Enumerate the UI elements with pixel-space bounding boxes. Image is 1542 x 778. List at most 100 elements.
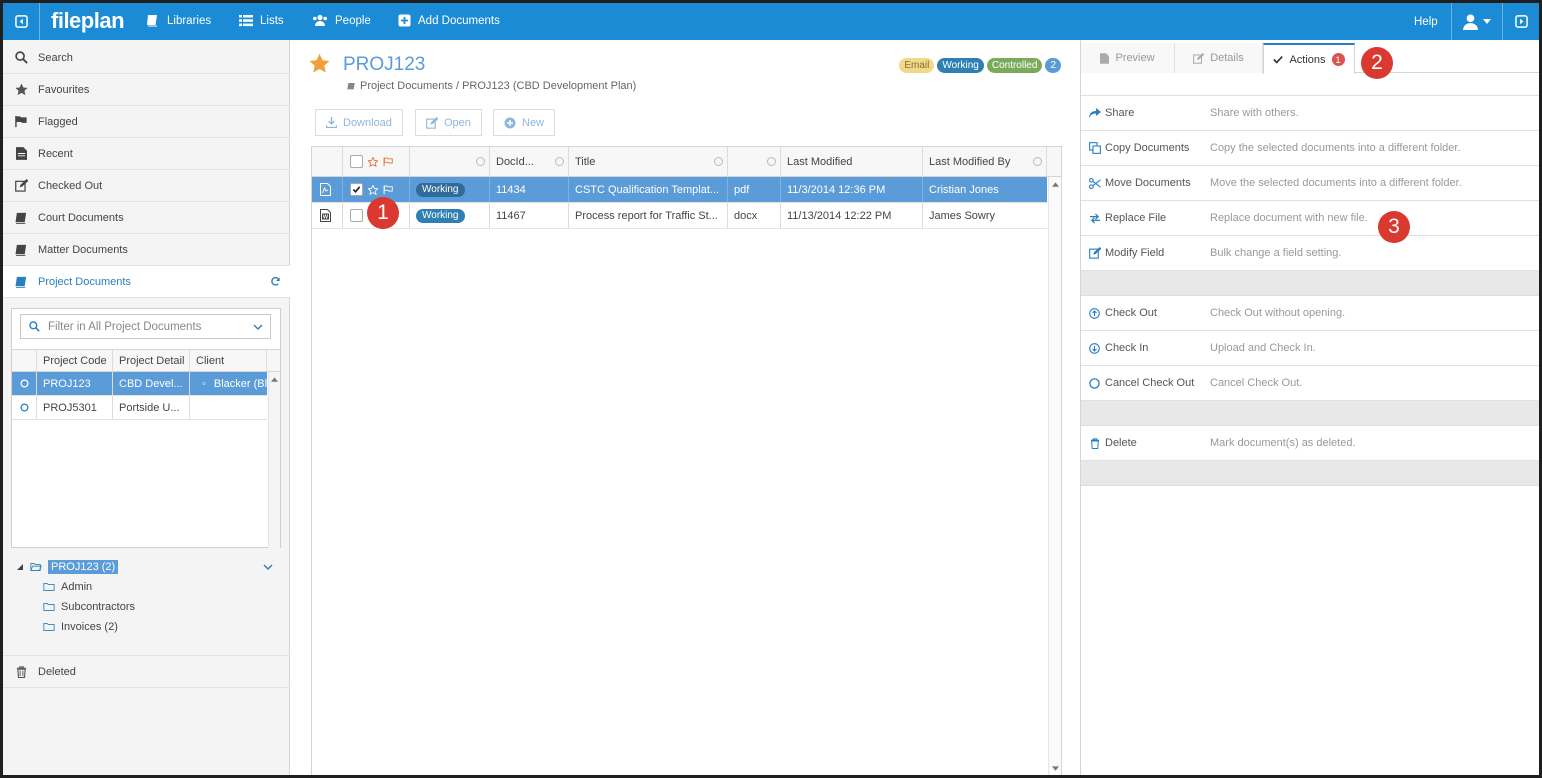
nav-libraries-label: Libraries [167, 14, 212, 27]
chevron-down-icon[interactable] [253, 321, 263, 333]
header-last-modified[interactable]: Last Modified [781, 147, 923, 176]
tab-preview[interactable]: Preview [1081, 43, 1175, 73]
table-row[interactable]: Working 11434 CSTC Qualification Templat… [312, 177, 1047, 203]
header-spacer [12, 350, 37, 371]
new-button[interactable]: New [493, 109, 556, 136]
action-cancel-check-out[interactable]: Cancel Check Out Cancel Check Out. [1081, 366, 1539, 401]
download-button[interactable]: Download [315, 109, 403, 136]
table-row[interactable]: W Working 11467 Process report for Traff… [312, 203, 1047, 229]
scrollbar[interactable] [1048, 177, 1061, 775]
table-row[interactable]: PROJ5301 Portside U... [12, 396, 267, 420]
filter-icon[interactable] [476, 157, 485, 166]
sidebar-item-label: Matter Documents [38, 243, 128, 256]
sidebar-item-court-documents[interactable]: Court Documents [3, 202, 290, 234]
tree-root-label[interactable]: PROJ123 (2) [48, 560, 119, 574]
header-title-label: Title [575, 155, 596, 168]
flag-icon [14, 115, 28, 129]
expand-triangle-icon[interactable] [17, 564, 23, 570]
tree-node-subcontractors[interactable]: Subcontractors [43, 601, 135, 613]
user-menu-button[interactable] [1451, 3, 1501, 40]
nav-add-documents[interactable]: Add Documents [398, 14, 500, 27]
new-label: New [522, 116, 545, 129]
action-modify-field[interactable]: Modify Field Bulk change a field setting… [1081, 236, 1539, 271]
edit-icon [14, 179, 28, 193]
row-checkbox-checked[interactable] [350, 183, 363, 196]
tree-node-invoices[interactable]: Invoices (2) [43, 621, 118, 633]
column-header-project-code[interactable]: Project Code [37, 350, 113, 371]
radio-button[interactable] [12, 396, 37, 419]
open-button[interactable]: Open [415, 109, 482, 136]
left-sidebar: Search Favourites Flagged Recent Checked… [3, 40, 290, 775]
project-filter-input[interactable]: Filter in All Project Documents [20, 314, 271, 339]
filter-icon[interactable] [714, 157, 723, 166]
check-icon [1273, 56, 1284, 64]
sidebar-item-flagged[interactable]: Flagged [3, 106, 290, 138]
collapse-left-button[interactable] [3, 3, 40, 40]
tab-details[interactable]: Details [1175, 43, 1263, 73]
scroll-up-icon[interactable] [1052, 182, 1059, 187]
sidebar-item-project-documents[interactable]: Project Documents [3, 266, 290, 298]
action-delete[interactable]: Delete Mark document(s) as deleted. [1081, 426, 1539, 461]
filter-icon[interactable] [767, 157, 776, 166]
tab-actions[interactable]: Actions 1 [1263, 43, 1355, 74]
column-header-client[interactable]: Client [190, 350, 267, 371]
sidebar-item-deleted[interactable]: Deleted [3, 655, 290, 688]
sidebar-item-checked-out[interactable]: Checked Out [3, 170, 290, 202]
help-link[interactable]: Help [1414, 16, 1438, 28]
header-status-column[interactable] [410, 147, 490, 176]
header-last-modified-by[interactable]: Last Modified By [923, 147, 1047, 176]
header-extension[interactable] [728, 147, 781, 176]
action-description: Mark document(s) as deleted. [1210, 437, 1356, 449]
header-docid[interactable]: DocId... [490, 147, 569, 176]
download-label: Download [343, 116, 392, 129]
sidebar-item-search[interactable]: Search [3, 42, 290, 74]
word-file-icon: W [312, 203, 343, 228]
nav-lists[interactable]: Lists [239, 14, 284, 27]
breadcrumb[interactable]: Project Documents / PROJ123 (CBD Develop… [347, 80, 636, 92]
column-header-project-detail[interactable]: Project Detail [113, 350, 190, 371]
filter-icon[interactable] [555, 157, 564, 166]
header-select-column [343, 147, 410, 176]
collapse-right-button[interactable] [1502, 3, 1539, 40]
nav-libraries[interactable]: Libraries [146, 14, 211, 27]
tree-node-admin[interactable]: Admin [43, 581, 92, 593]
favourite-star-icon[interactable] [309, 53, 330, 77]
action-copy-documents[interactable]: Copy Documents Copy the selected documen… [1081, 131, 1539, 166]
sidebar-item-matter-documents[interactable]: Matter Documents [3, 234, 290, 266]
arrow-down-circle-icon [1088, 342, 1101, 355]
action-check-in[interactable]: Check In Upload and Check In. [1081, 331, 1539, 366]
action-move-documents[interactable]: Move Documents Move the selected documen… [1081, 166, 1539, 201]
sidebar-item-label: Deleted [38, 665, 76, 678]
action-replace-file[interactable]: Replace File Replace document with new f… [1081, 201, 1539, 236]
action-share[interactable]: Share Share with others. [1081, 96, 1539, 131]
flag-outline-icon[interactable] [383, 157, 393, 167]
flag-outline-icon[interactable] [383, 185, 393, 195]
tree-node-root[interactable]: PROJ123 (2) [17, 560, 119, 574]
caret-down-icon [1483, 19, 1491, 24]
select-all-checkbox[interactable] [350, 155, 363, 168]
scroll-up-icon[interactable] [271, 377, 278, 382]
nav-people[interactable]: People [312, 14, 371, 27]
star-outline-icon[interactable] [368, 184, 378, 195]
sidebar-item-favourites[interactable]: Favourites [3, 74, 290, 106]
filter-icon[interactable] [1033, 157, 1042, 166]
tree-node-label: Invoices (2) [61, 621, 118, 633]
header-title[interactable]: Title [569, 147, 728, 176]
action-description: Upload and Check In. [1210, 342, 1316, 354]
radio-button[interactable] [12, 372, 37, 395]
edit-icon [1193, 52, 1205, 64]
table-row[interactable]: PROJ123 CBD Devel... ◦ Blacker (Bl [12, 372, 267, 396]
action-check-out[interactable]: Check Out Check Out without opening. [1081, 296, 1539, 331]
scrollbar[interactable] [268, 372, 280, 548]
title-cell[interactable]: CSTC Qualification Templat... [569, 177, 728, 202]
star-outline-icon[interactable] [368, 156, 378, 167]
chevron-down-icon[interactable] [263, 564, 273, 570]
refresh-icon[interactable] [270, 276, 281, 290]
sidebar-item-recent[interactable]: Recent [3, 138, 290, 170]
row-checkbox[interactable] [350, 209, 363, 222]
scroll-down-icon[interactable] [1052, 766, 1059, 771]
project-code-cell: PROJ123 [37, 372, 113, 395]
actions-count-badge: 1 [1331, 53, 1345, 66]
title-cell[interactable]: Process report for Traffic St... [569, 203, 728, 228]
fileplan-logo[interactable]: fileplan [51, 8, 125, 34]
